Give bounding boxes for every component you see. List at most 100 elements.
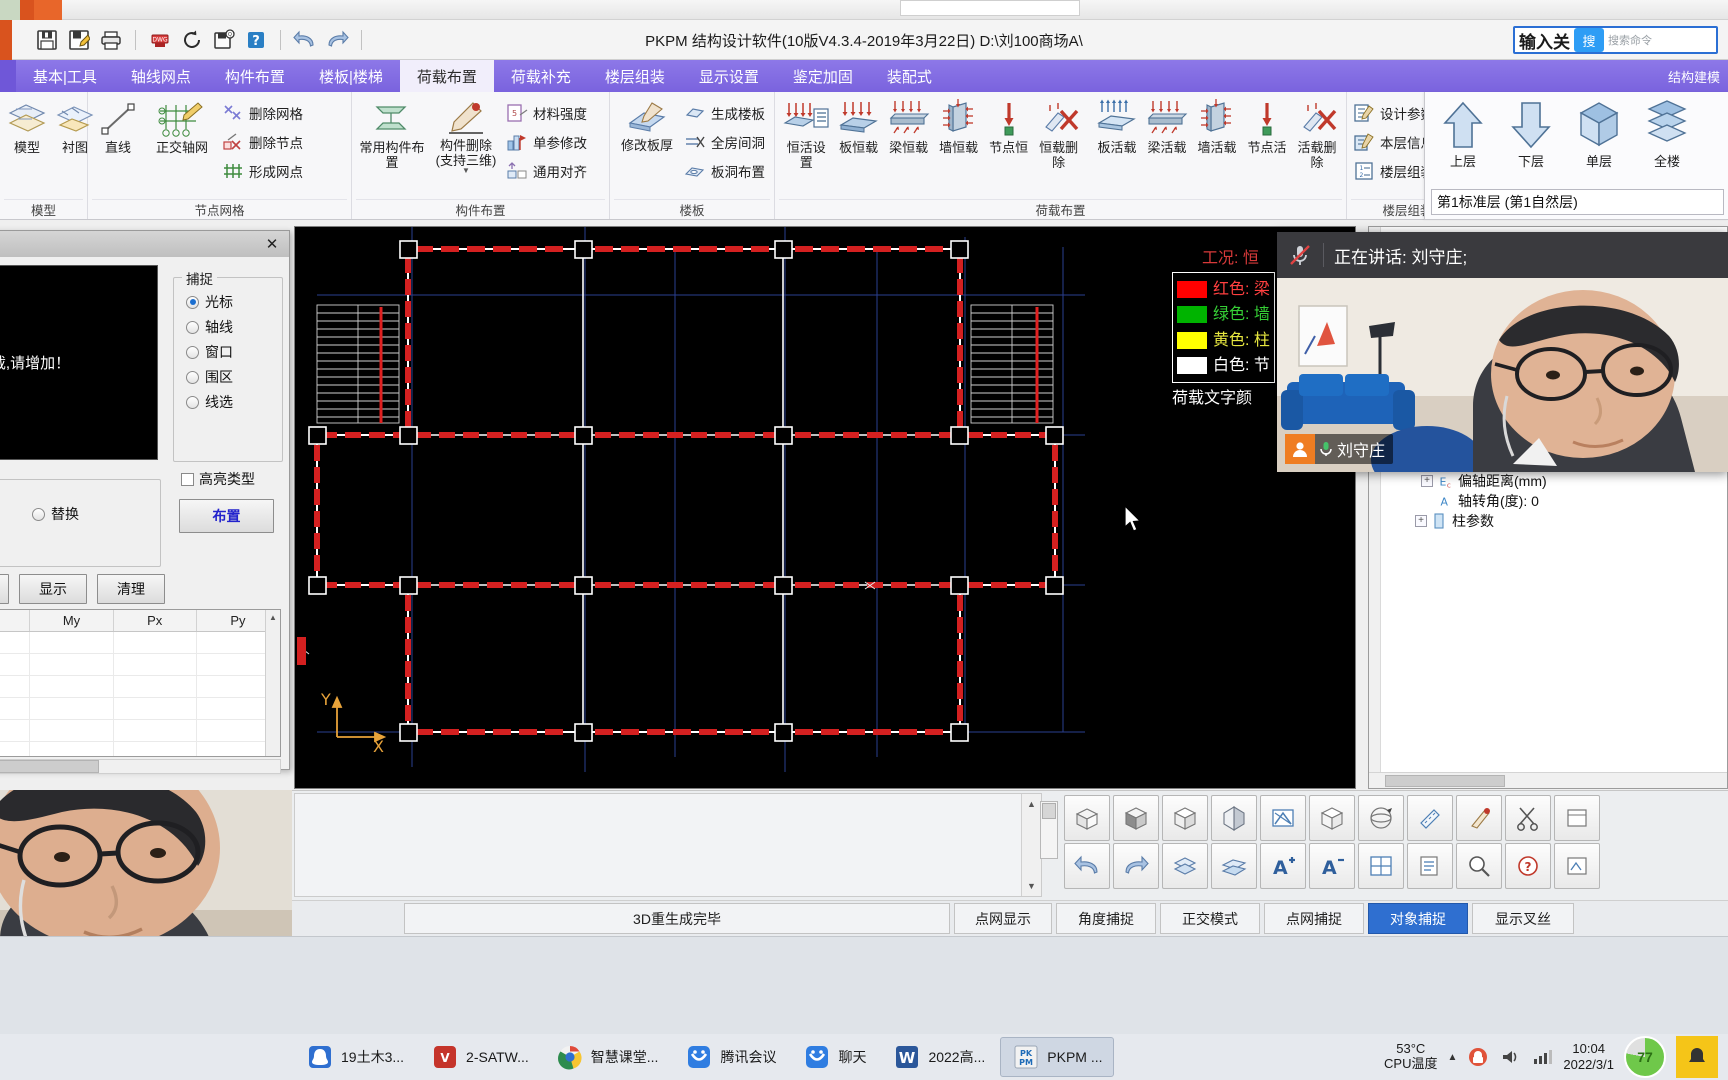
snap-option-window[interactable]: 窗口 [186, 342, 282, 362]
ribbon-button-room-opening[interactable]: 全房间洞 [682, 127, 770, 156]
tree-node-axis-rotation[interactable]: A 轴转角(度): 0 [1383, 491, 1727, 511]
expand-icon[interactable]: + [1421, 475, 1433, 487]
snap-option-cursor[interactable]: 光标 [186, 292, 282, 312]
delete-button[interactable]: 删除 [0, 574, 9, 604]
taskbar-item-wps[interactable]: V 2-SATW... [419, 1037, 540, 1077]
snap-option-lineselect[interactable]: 线选 [186, 392, 282, 412]
table-row[interactable] [0, 720, 280, 742]
print-icon[interactable] [98, 27, 124, 53]
top-view-icon[interactable] [1162, 795, 1208, 841]
help-icon[interactable]: ? [243, 27, 269, 53]
chevron-down-icon[interactable]: ▼ [462, 167, 470, 175]
mic-muted-icon[interactable] [1287, 242, 1313, 268]
ribbon-button-single-param[interactable]: 单参修改 [504, 127, 592, 156]
text-bigger-icon[interactable]: A [1260, 843, 1306, 889]
tab-load-supplement[interactable]: 荷载补充 [494, 60, 588, 92]
load-table[interactable]: Mx My Px Py ▲ [0, 609, 281, 757]
ribbon-button-delete-grid[interactable]: 删除网格 [220, 98, 308, 127]
status-toggle-object-snap[interactable]: 对象捕捉 [1368, 903, 1468, 934]
ribbon-button-member-delete[interactable]: 构件删除(支持三维) ▼ [430, 96, 502, 177]
save-as-icon[interactable] [66, 27, 92, 53]
taskbar-item-word[interactable]: W 2022高... [881, 1037, 996, 1077]
taskbar-clock[interactable]: 10:04 2022/3/1 [1563, 1041, 1614, 1072]
ribbon-button-model[interactable]: 模型 [4, 96, 50, 159]
tab-load-layout[interactable]: 荷载布置 [399, 60, 494, 92]
search-box[interactable]: 输入关 搜 搜索命令 [1513, 26, 1718, 54]
network-icon[interactable] [1531, 1046, 1553, 1068]
status-toggle-crosshair-display[interactable]: 显示叉丝 [1472, 903, 1574, 934]
tab-axis-grid[interactable]: 轴线网点 [114, 60, 208, 92]
ribbon-button-slab-thickness[interactable]: 修改板厚 [614, 96, 680, 157]
taskbar-item-qq[interactable]: 19土木3... [294, 1037, 415, 1077]
list-icon[interactable] [1407, 843, 1453, 889]
clear-button[interactable]: 清理 [97, 574, 165, 604]
zoom-icon[interactable] [1456, 843, 1502, 889]
tree-node-offset-distance[interactable]: + Ec 偏轴距离(mm) [1383, 471, 1727, 491]
taskbar-item-tencent-meeting[interactable]: 腾讯会议 [673, 1037, 787, 1077]
ribbon-button-beam-live-load[interactable]: 梁活载 [1142, 96, 1192, 159]
single-story-button[interactable]: 单层 [1567, 96, 1631, 173]
ribbon-button-dead-load-delete[interactable]: 恒载删除 [1034, 96, 1084, 173]
ribbon-button-slab-opening[interactable]: 板洞布置 [682, 156, 770, 185]
tree-node-column-params[interactable]: + 柱参数 [1383, 511, 1727, 531]
ribbon-button-live-load-delete[interactable]: 活载删除 [1292, 96, 1342, 173]
paint-icon[interactable] [1456, 795, 1502, 841]
snap-option-region[interactable]: 围区 [186, 367, 282, 387]
extra-icon[interactable] [1554, 795, 1600, 841]
axon-view-icon[interactable] [1211, 795, 1257, 841]
table-row[interactable] [0, 698, 280, 720]
ribbon-button-dead-live-setting[interactable]: 恒活设置 [779, 96, 834, 173]
fit-view-icon[interactable] [1260, 795, 1306, 841]
scroll-up-icon[interactable]: ▲ [266, 610, 280, 625]
cut-icon[interactable] [1505, 795, 1551, 841]
grid-toggle-icon[interactable] [1358, 843, 1404, 889]
command-history-box[interactable]: ▲ ▼ [294, 793, 1042, 897]
export-icon[interactable]: Q [211, 27, 237, 53]
refresh-icon[interactable] [179, 27, 205, 53]
ribbon-button-material-strength[interactable]: 5 材料强度 [504, 98, 592, 127]
redo-icon[interactable] [324, 27, 350, 53]
cpu-temp-widget[interactable]: 53°C CPU温度 [1384, 1041, 1437, 1072]
help-circle-icon[interactable]: ? [1505, 843, 1551, 889]
ribbon-button-gen-slab[interactable]: 生成楼板 [682, 98, 770, 127]
close-icon[interactable]: ✕ [261, 234, 283, 254]
orbit-view-icon[interactable] [1358, 795, 1404, 841]
ribbon-button-ortho-grid[interactable]: 正交轴网 [146, 96, 218, 159]
all-story-button[interactable]: 全楼 [1635, 96, 1699, 173]
dialog-horizontal-scrollbar[interactable] [0, 759, 281, 774]
tab-story-assembly[interactable]: 楼层组装 [588, 60, 682, 92]
table-row[interactable] [0, 632, 280, 654]
measure-icon[interactable] [1407, 795, 1453, 841]
meeting-floating-window[interactable]: 正在讲话: 刘守庄; 刘守庄 [1277, 232, 1728, 472]
table-row[interactable] [0, 742, 280, 756]
redo-view-icon[interactable] [1113, 843, 1159, 889]
story-down-button[interactable]: 下层 [1499, 96, 1563, 173]
ribbon-button-form-node[interactable]: 形成网点 [220, 156, 308, 185]
search-input[interactable]: 搜索命令 [1608, 32, 1652, 48]
tab-prefabrication[interactable]: 装配式 [870, 60, 949, 92]
expand-icon[interactable]: + [1415, 515, 1427, 527]
tab-slab-stair[interactable]: 楼板|楼梯 [302, 60, 400, 92]
scrollbar-thumb[interactable] [0, 760, 99, 773]
snap-option-axis[interactable]: 轴线 [186, 317, 282, 337]
ribbon-button-beam-dead-load[interactable]: 梁恒载 [884, 96, 934, 159]
ribbon-button-wall-dead-load[interactable]: 墙恒载 [934, 96, 984, 159]
layer-icon[interactable] [1162, 843, 1208, 889]
dwg-icon[interactable]: DWG [147, 27, 173, 53]
status-toggle-angle-snap[interactable]: 角度捕捉 [1056, 903, 1156, 934]
layer2-icon[interactable] [1211, 843, 1257, 889]
ribbon-button-node-live-load[interactable]: 节点活 [1242, 96, 1292, 159]
score-badge[interactable]: 77 [1624, 1036, 1666, 1078]
load-table-vertical-scrollbar[interactable]: ▲ [265, 610, 280, 756]
ribbon-button-line[interactable]: 直线 [92, 96, 144, 159]
status-toggle-point-grid-snap[interactable]: 点网捕捉 [1264, 903, 1364, 934]
ribbon-button-slab-dead-load[interactable]: 板恒载 [834, 96, 884, 159]
status-toggle-ortho-mode[interactable]: 正交模式 [1160, 903, 1260, 934]
select-mode-replace[interactable]: 替换 [32, 504, 160, 524]
tab-display-settings[interactable]: 显示设置 [682, 60, 776, 92]
ribbon-button-align[interactable]: 通用对齐 [504, 156, 592, 185]
story-up-button[interactable]: 上层 [1431, 96, 1495, 173]
highlight-type-checkbox[interactable]: 高亮类型 [181, 469, 255, 489]
show-button[interactable]: 显示 [19, 574, 87, 604]
scrollbar-thumb[interactable] [1385, 774, 1505, 787]
